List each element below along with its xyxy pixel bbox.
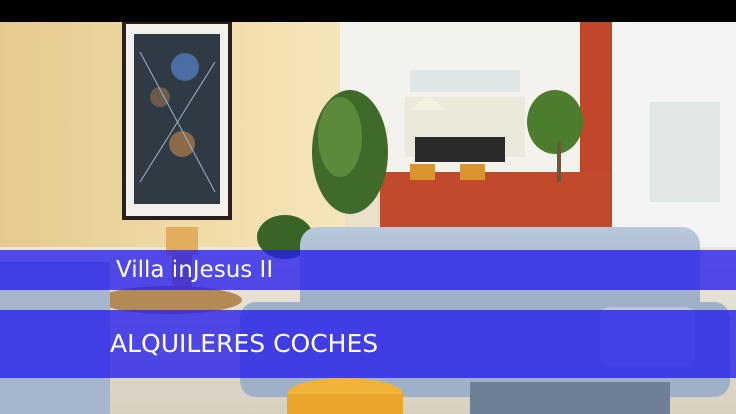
top-black-bar bbox=[0, 0, 736, 22]
hotel-name: Villa inJesus II bbox=[116, 257, 274, 283]
subtitle-band: ALQUILERES COCHES bbox=[0, 310, 736, 378]
car-rental-label: ALQUILERES COCHES bbox=[110, 329, 379, 358]
title-band: Villa inJesus II bbox=[0, 250, 736, 290]
